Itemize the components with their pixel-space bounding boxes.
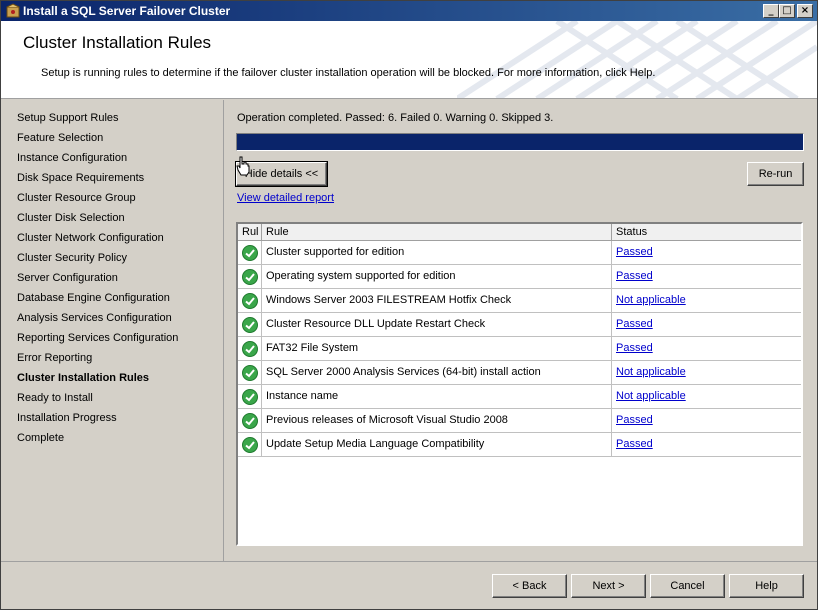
progress-fill [237, 134, 803, 150]
rule-name: Cluster Resource DLL Update Restart Chec… [262, 313, 612, 337]
status-check-icon [238, 409, 262, 433]
rule-status-cell: Not applicable [612, 289, 801, 313]
column-header-rule[interactable]: Rule [262, 224, 612, 241]
status-check-icon [238, 241, 262, 265]
status-check-icon [238, 361, 262, 385]
table-row[interactable]: Cluster supported for edition Passed [238, 241, 801, 265]
step-cluster-network-configuration[interactable]: Cluster Network Configuration [17, 232, 164, 244]
rule-status-link[interactable]: Passed [616, 414, 653, 426]
back-button[interactable]: < Back [492, 574, 567, 598]
status-check-icon [238, 337, 262, 361]
rule-status-cell: Not applicable [612, 385, 801, 409]
maximize-button[interactable]: □ [779, 4, 795, 18]
step-cluster-security-policy[interactable]: Cluster Security Policy [17, 252, 127, 264]
page-subtitle: Setup is running rules to determine if t… [41, 67, 656, 79]
rule-status-link[interactable]: Passed [616, 342, 653, 354]
step-instance-configuration[interactable]: Instance Configuration [17, 152, 127, 164]
operation-status: Operation completed. Passed: 6. Failed 0… [237, 112, 554, 124]
window-title: Install a SQL Server Failover Cluster [23, 4, 231, 18]
rule-status-link[interactable]: Passed [616, 318, 653, 330]
table-row[interactable]: Update Setup Media Language Compatibilit… [238, 433, 801, 457]
rules-grid[interactable]: Rul Rule Status Cluster supported for ed… [236, 222, 803, 546]
column-header-icon[interactable]: Rul [238, 224, 262, 241]
table-row[interactable]: Cluster Resource DLL Update Restart Chec… [238, 313, 801, 337]
step-setup-support-rules[interactable]: Setup Support Rules [17, 112, 119, 124]
close-button[interactable]: × [797, 4, 813, 18]
rule-name: FAT32 File System [262, 337, 612, 361]
rule-status-cell: Passed [612, 313, 801, 337]
grid-header: Rul Rule Status [238, 224, 801, 241]
rule-status-link[interactable]: Passed [616, 246, 653, 258]
step-cluster-resource-group[interactable]: Cluster Resource Group [17, 192, 136, 204]
page-header: Cluster Installation Rules Setup is runn… [1, 21, 817, 99]
progress-bar [236, 133, 804, 151]
table-row[interactable]: Windows Server 2003 FILESTREAM Hotfix Ch… [238, 289, 801, 313]
step-reporting-services-configuration[interactable]: Reporting Services Configuration [17, 332, 178, 344]
step-installation-progress[interactable]: Installation Progress [17, 412, 117, 424]
rule-status-link[interactable]: Passed [616, 438, 653, 450]
step-cluster-installation-rules[interactable]: Cluster Installation Rules [17, 372, 149, 384]
rule-name: Operating system supported for edition [262, 265, 612, 289]
wizard-footer: < Back Next > Cancel Help [1, 561, 817, 609]
table-row[interactable]: FAT32 File System Passed [238, 337, 801, 361]
step-analysis-services-configuration[interactable]: Analysis Services Configuration [17, 312, 172, 324]
installer-window: Install a SQL Server Failover Cluster _ … [0, 0, 818, 610]
status-check-icon [238, 265, 262, 289]
rule-name: Windows Server 2003 FILESTREAM Hotfix Ch… [262, 289, 612, 313]
page-title: Cluster Installation Rules [23, 33, 212, 52]
rule-status-cell: Passed [612, 337, 801, 361]
status-check-icon [238, 313, 262, 337]
hand-cursor-icon [236, 156, 250, 176]
step-ready-to-install[interactable]: Ready to Install [17, 392, 93, 404]
help-button[interactable]: Help [729, 574, 804, 598]
view-detailed-report-link[interactable]: View detailed report [237, 192, 334, 204]
table-row[interactable]: Instance name Not applicable [238, 385, 801, 409]
table-row[interactable]: Operating system supported for edition Pa… [238, 265, 801, 289]
rule-name: Instance name [262, 385, 612, 409]
rule-status-cell: Not applicable [612, 361, 801, 385]
table-row[interactable]: SQL Server 2000 Analysis Services (64-bi… [238, 361, 801, 385]
rule-status-link[interactable]: Not applicable [616, 366, 686, 378]
rule-name: Previous releases of Microsoft Visual St… [262, 409, 612, 433]
rule-status-cell: Passed [612, 241, 801, 265]
step-server-configuration[interactable]: Server Configuration [17, 272, 118, 284]
sql-setup-icon [5, 3, 21, 19]
step-database-engine-configuration[interactable]: Database Engine Configuration [17, 292, 170, 304]
status-check-icon [238, 289, 262, 313]
rule-status-link[interactable]: Passed [616, 270, 653, 282]
rerun-button[interactable]: Re-run [747, 162, 804, 186]
rule-status-cell: Passed [612, 265, 801, 289]
status-check-icon [238, 385, 262, 409]
rule-name: SQL Server 2000 Analysis Services (64-bi… [262, 361, 612, 385]
title-bar[interactable]: Install a SQL Server Failover Cluster _ … [1, 1, 817, 21]
minimize-button[interactable]: _ [763, 4, 779, 18]
status-check-icon [238, 433, 262, 457]
header-decoration [457, 21, 817, 98]
steps-sidebar: Setup Support Rules Feature Selection In… [1, 100, 224, 561]
step-feature-selection[interactable]: Feature Selection [17, 132, 103, 144]
cancel-button[interactable]: Cancel [650, 574, 725, 598]
rule-status-link[interactable]: Not applicable [616, 294, 686, 306]
next-button[interactable]: Next > [571, 574, 646, 598]
rule-status-link[interactable]: Not applicable [616, 390, 686, 402]
step-error-reporting[interactable]: Error Reporting [17, 352, 92, 364]
table-row[interactable]: Previous releases of Microsoft Visual St… [238, 409, 801, 433]
rule-name: Update Setup Media Language Compatibilit… [262, 433, 612, 457]
rule-status-cell: Passed [612, 409, 801, 433]
main-panel: Operation completed. Passed: 6. Failed 0… [225, 100, 817, 561]
rule-status-cell: Passed [612, 433, 801, 457]
step-complete[interactable]: Complete [17, 432, 64, 444]
column-header-status[interactable]: Status [612, 224, 801, 241]
step-disk-space-requirements[interactable]: Disk Space Requirements [17, 172, 144, 184]
step-cluster-disk-selection[interactable]: Cluster Disk Selection [17, 212, 125, 224]
rule-name: Cluster supported for edition [262, 241, 612, 265]
